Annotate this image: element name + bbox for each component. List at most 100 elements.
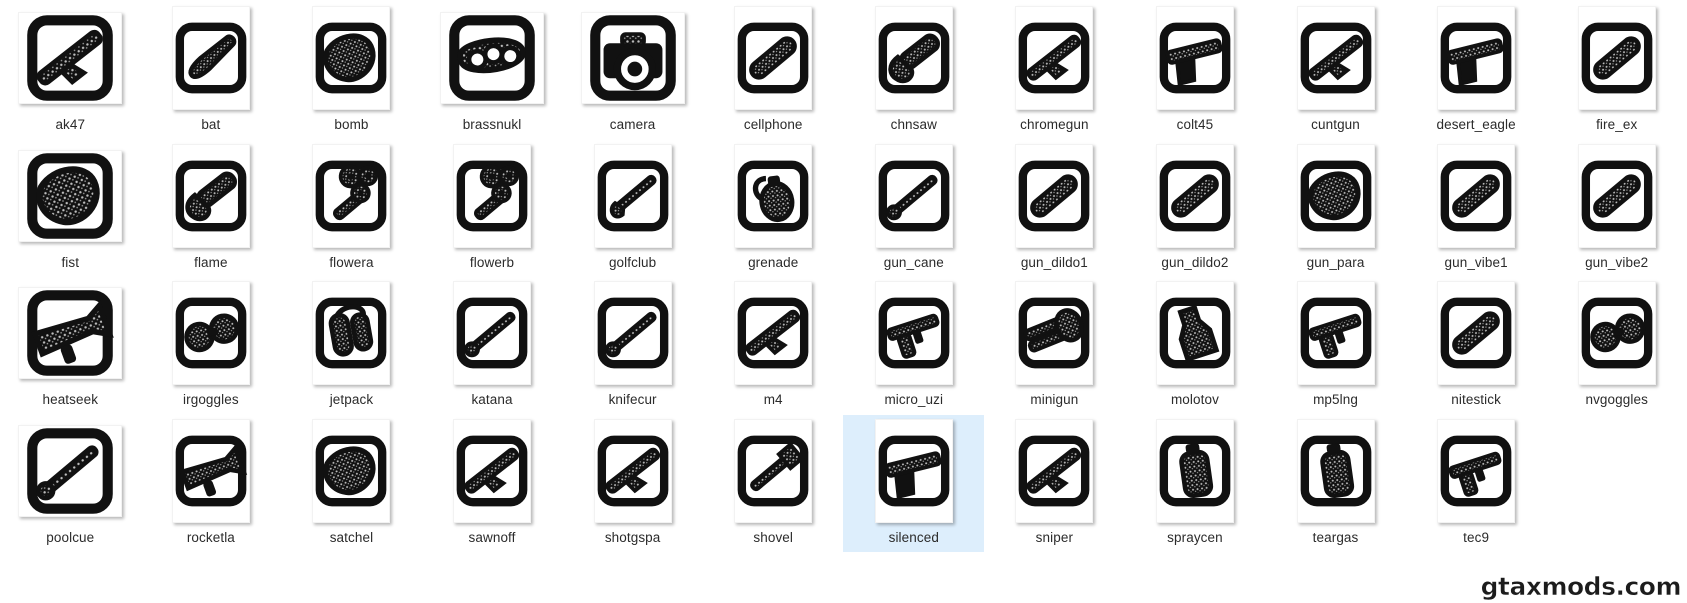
thumbnail-container[interactable]	[581, 281, 685, 385]
thumbnail-container[interactable]	[18, 144, 123, 248]
file-item[interactable]: flowerb	[422, 140, 563, 278]
thumbnail-container[interactable]	[862, 6, 966, 110]
thumbnail-container[interactable]	[159, 6, 263, 110]
thumbnail-container[interactable]	[721, 281, 825, 385]
thumbnail-container[interactable]	[721, 418, 825, 523]
thumbnail-container[interactable]	[299, 143, 403, 248]
thumbnail-container[interactable]	[1143, 281, 1247, 385]
thumbnail-container[interactable]	[862, 143, 966, 248]
thumbnail-container[interactable]	[440, 143, 544, 248]
thumbnail-container[interactable]	[581, 143, 685, 248]
file-item[interactable]: sniper	[984, 415, 1125, 553]
thumbnail-container[interactable]	[1284, 281, 1388, 385]
file-item[interactable]: ak47	[0, 2, 141, 140]
file-item[interactable]: heatseek	[0, 277, 141, 415]
file-name-label: bomb	[334, 117, 369, 132]
file-item[interactable]: nvgoggles	[1546, 277, 1687, 415]
thumbnail-container[interactable]	[721, 143, 825, 248]
file-item[interactable]: chnsaw	[843, 2, 984, 140]
file-item[interactable]: jetpack	[281, 277, 422, 415]
file-item[interactable]: micro_uzi	[843, 277, 984, 415]
file-item[interactable]: rocketla	[141, 415, 282, 553]
thumbnail-container[interactable]	[1143, 418, 1247, 523]
file-item[interactable]: satchel	[281, 415, 422, 553]
thumbnail-container[interactable]	[721, 6, 825, 110]
thumbnail-container[interactable]	[440, 418, 544, 523]
file-item[interactable]: m4	[703, 277, 844, 415]
thumbnail-container[interactable]	[1143, 143, 1247, 248]
file-item[interactable]: fire_ex	[1546, 2, 1687, 140]
file-item[interactable]: mp5lng	[1265, 277, 1406, 415]
file-item[interactable]: cuntgun	[1265, 2, 1406, 140]
thumbnail-container[interactable]	[18, 6, 123, 110]
file-item[interactable]: teargas	[1265, 415, 1406, 553]
thumbnail-container[interactable]	[1143, 6, 1247, 110]
icon-grid-view[interactable]: ak47 bat bomb brassnukl camera cellphone chnsa…	[0, 0, 1687, 603]
file-item[interactable]: colt45	[1125, 2, 1266, 140]
thumbnail-container[interactable]	[1424, 281, 1528, 385]
file-item[interactable]: molotov	[1125, 277, 1266, 415]
thumbnail-container[interactable]	[1284, 143, 1388, 248]
file-item[interactable]: spraycen	[1125, 415, 1266, 553]
file-item[interactable]: poolcue	[0, 415, 141, 553]
thumbnail-container[interactable]	[18, 419, 123, 523]
thumbnail-container[interactable]	[862, 281, 966, 385]
file-name-label: gun_dildo1	[1020, 254, 1088, 270]
file-item[interactable]: gun_dildo1	[984, 140, 1125, 278]
file-item[interactable]: golfclub	[562, 140, 703, 278]
file-item[interactable]: chromegun	[984, 2, 1125, 140]
file-item[interactable]: bat	[141, 2, 282, 140]
file-item[interactable]: minigun	[984, 277, 1125, 415]
file-item[interactable]: gun_para	[1265, 140, 1406, 278]
thumbnail-container[interactable]	[1002, 6, 1106, 110]
file-item[interactable]: gun_cane	[843, 140, 984, 278]
thumbnail-container[interactable]	[1284, 418, 1388, 523]
thumbnail-container[interactable]	[440, 6, 545, 110]
thumbnail-container[interactable]	[299, 418, 403, 523]
file-item[interactable]: silenced	[843, 414, 985, 552]
thumbnail-container[interactable]	[1284, 6, 1388, 110]
thumbnail-container[interactable]	[1424, 418, 1528, 523]
thumbnail-container[interactable]	[862, 418, 966, 523]
thumbnail-container[interactable]	[1424, 143, 1528, 248]
file-item[interactable]: desert_eagle	[1406, 2, 1547, 140]
file-name-label: molotov	[1170, 392, 1219, 407]
thumbnail-container[interactable]	[1002, 281, 1106, 385]
thumbnail-container[interactable]	[299, 6, 403, 110]
thumbnail-container[interactable]	[159, 143, 263, 248]
file-item[interactable]: flowera	[281, 140, 422, 278]
file-item[interactable]: gun_dildo2	[1125, 140, 1266, 278]
file-name-label: mp5lng	[1313, 392, 1358, 407]
thumbnail-container[interactable]	[1565, 143, 1669, 248]
thumbnail-container[interactable]	[18, 281, 123, 385]
thumbnail-container[interactable]	[581, 418, 685, 523]
thumbnail-container[interactable]	[1424, 6, 1528, 110]
thumbnail-container[interactable]	[159, 418, 263, 523]
file-item[interactable]: gun_vibe1	[1406, 140, 1547, 278]
file-name-label: irgoggles	[183, 392, 239, 407]
file-item[interactable]: camera	[562, 2, 703, 140]
file-item[interactable]: nitestick	[1406, 277, 1547, 415]
file-item[interactable]: brassnukl	[422, 2, 563, 140]
file-item[interactable]: grenade	[703, 140, 844, 278]
file-item[interactable]: fist	[0, 140, 141, 278]
thumbnail-container[interactable]	[1565, 6, 1669, 110]
thumbnail-container[interactable]	[299, 281, 403, 385]
thumbnail-container[interactable]	[1002, 418, 1106, 523]
thumbnail-container[interactable]	[580, 6, 685, 110]
thumbnail-container[interactable]	[159, 281, 263, 385]
thumbnail-container[interactable]	[440, 281, 544, 385]
thumbnail-container[interactable]	[1002, 143, 1106, 248]
file-item[interactable]: sawnoff	[422, 415, 563, 553]
file-item[interactable]: shotgspa	[562, 415, 703, 553]
file-item[interactable]: gun_vibe2	[1546, 140, 1687, 278]
thumbnail-container[interactable]	[1565, 281, 1669, 385]
file-item[interactable]: cellphone	[703, 2, 844, 140]
file-item[interactable]: flame	[141, 140, 282, 278]
file-item[interactable]: knifecur	[562, 277, 703, 415]
file-item[interactable]: irgoggles	[141, 277, 282, 415]
file-item[interactable]: tec9	[1406, 415, 1547, 553]
file-item[interactable]: bomb	[281, 2, 422, 140]
file-item[interactable]: katana	[422, 277, 563, 415]
file-item[interactable]: shovel	[703, 415, 844, 553]
